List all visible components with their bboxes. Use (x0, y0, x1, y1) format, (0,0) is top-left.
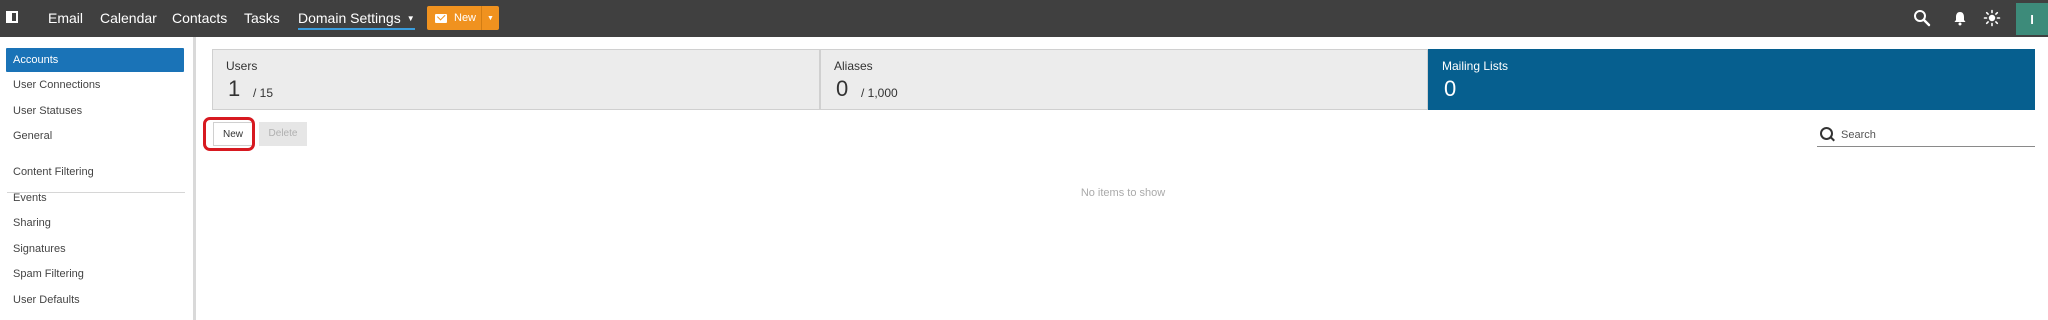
new-button[interactable]: New (213, 122, 253, 146)
sidebar-item-events[interactable]: Events (6, 186, 184, 210)
panel-toggle-icon[interactable] (6, 11, 18, 23)
sidebar-item-general[interactable]: General (6, 124, 184, 148)
search-input[interactable] (1839, 125, 2033, 145)
delete-button[interactable]: Delete (259, 122, 307, 146)
sidebar-item-accounts[interactable]: Accounts (6, 48, 184, 72)
sun-icon[interactable] (1983, 9, 2001, 27)
new-item-label: New (454, 12, 477, 24)
sidebar-item-user-statuses[interactable]: User Statuses (6, 99, 184, 123)
new-item-dropdown-button[interactable]: ▼ (481, 6, 499, 30)
nav-domain-settings-label: Domain Settings (298, 10, 401, 26)
card-users-max: / 15 (253, 86, 274, 100)
card-users-label: Users (226, 59, 258, 73)
nav-contacts[interactable]: Contacts (172, 10, 227, 26)
sidebar-item-spam-filtering[interactable]: Spam Filtering (6, 262, 184, 286)
chevron-down-icon: ▼ (487, 14, 494, 22)
sidebar-item-signatures[interactable]: Signatures (6, 237, 184, 261)
nav-calendar[interactable]: Calendar (100, 10, 157, 26)
search-box (1817, 124, 2035, 147)
search-icon[interactable] (1913, 9, 1931, 27)
summary-cards: Users 1 / 15 Aliases 0 / 1,000 Mailing L… (212, 49, 2035, 110)
nav-tasks[interactable]: Tasks (244, 10, 280, 26)
card-aliases-label: Aliases (834, 59, 873, 73)
card-mailing-lists-label: Mailing Lists (1442, 59, 1509, 73)
card-users[interactable]: Users 1 / 15 (212, 49, 820, 110)
card-aliases-count: 0 (836, 76, 849, 101)
search-icon (1820, 127, 1833, 140)
card-users-count: 1 (228, 76, 241, 101)
nav-email[interactable]: Email (48, 10, 83, 26)
sidebar-item-user-connections[interactable]: User Connections (6, 73, 184, 97)
card-aliases-max: / 1,000 (861, 86, 898, 100)
sidebar-item-content-filtering[interactable]: Content Filtering (6, 160, 184, 184)
envelope-icon (435, 13, 447, 23)
card-mailing-lists-count: 0 (1444, 76, 1457, 101)
chevron-down-icon: ▼ (406, 14, 415, 24)
card-mailing-lists[interactable]: Mailing Lists 0 (1428, 49, 2035, 110)
nav-domain-settings[interactable]: Domain Settings ▼ (298, 10, 415, 31)
avatar[interactable]: I (2016, 3, 2048, 35)
new-item-button[interactable]: New ▼ (427, 6, 499, 30)
card-aliases[interactable]: Aliases 0 / 1,000 (820, 49, 1428, 110)
bell-icon[interactable] (1951, 9, 1969, 27)
sidebar-item-sharing[interactable]: Sharing (6, 211, 184, 235)
empty-list-message: No items to show (1080, 187, 1166, 199)
settings-sidebar: Accounts User Connections User Statuses … (0, 37, 196, 320)
top-navigation-bar: Email Calendar Contacts Tasks Domain Set… (0, 0, 2048, 37)
sidebar-item-user-defaults[interactable]: User Defaults (6, 288, 184, 312)
